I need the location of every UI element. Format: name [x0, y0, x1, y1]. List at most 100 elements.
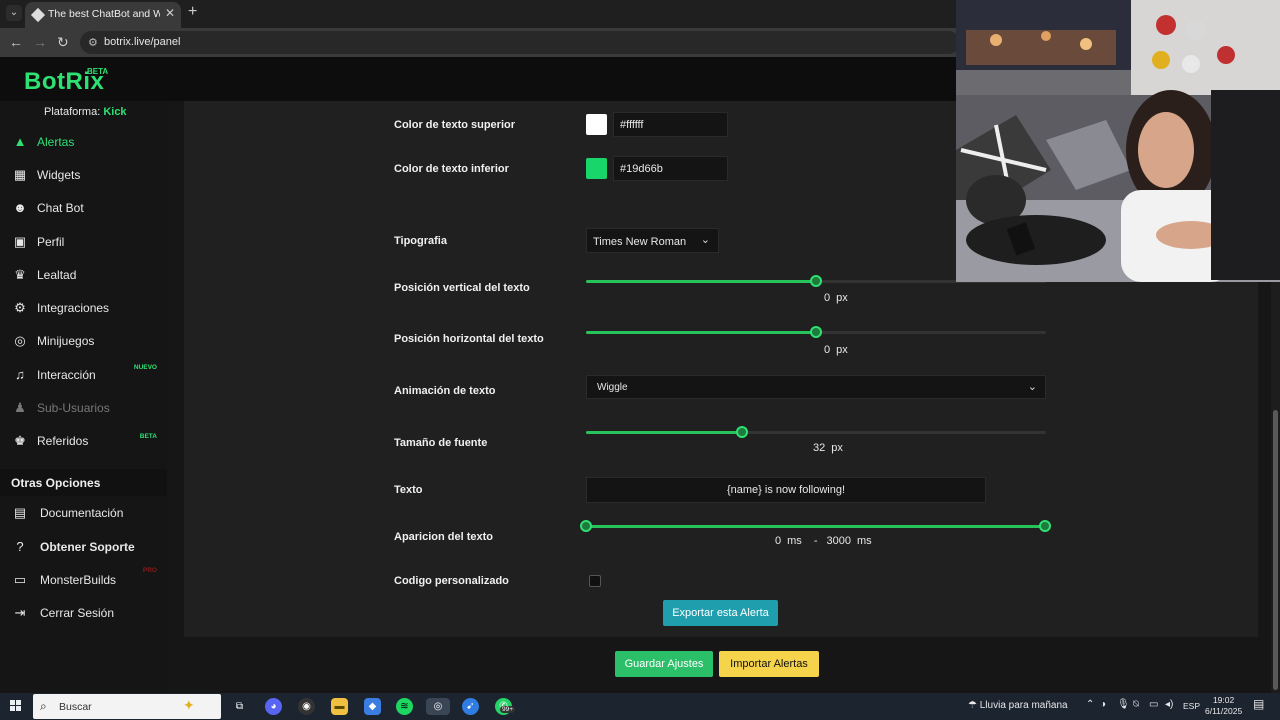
sidebar-item-interaccion[interactable]: ♫ Interacción NUEVO	[0, 360, 167, 390]
tab-search-button[interactable]: ⌄	[6, 5, 22, 21]
scrollbar-thumb[interactable]	[1273, 410, 1278, 690]
font-size-number: 32	[813, 442, 826, 454]
grid-icon: ▦	[13, 167, 27, 182]
network-icon[interactable]: ▭	[1149, 699, 1158, 710]
language-indicator[interactable]: ESP	[1183, 701, 1200, 711]
spotify-icon[interactable]: ≋	[396, 698, 413, 715]
file-explorer-icon[interactable]: ▬	[331, 698, 348, 715]
font-size-unit: px	[831, 442, 843, 454]
font-size-label: Tamaño de fuente	[394, 437, 488, 449]
sidebar-item-lealtad[interactable]: ♛ Lealtad	[0, 260, 167, 290]
custom-code-checkbox[interactable]	[589, 575, 601, 587]
sidebar-item-sub-usuarios[interactable]: ♟ Sub-Usuarios	[0, 393, 167, 423]
sidebar-item-widgets[interactable]: ▦ Widgets	[0, 160, 167, 190]
top-text-color-swatch[interactable]	[586, 114, 607, 135]
clock[interactable]: 19:02 6/11/2025	[1205, 695, 1242, 717]
chrome-icon[interactable]: ◎	[426, 698, 450, 715]
forward-icon[interactable]: →	[33, 34, 47, 50]
discord-icon[interactable]: ◕	[265, 698, 282, 715]
reload-icon[interactable]: ↻	[57, 34, 69, 51]
sidebar-item-minijuegos[interactable]: ◎ Minijuegos	[0, 326, 167, 356]
clock-time: 19:02	[1212, 695, 1235, 705]
bottom-text-color-swatch[interactable]	[586, 158, 607, 179]
sidebar-item-alertas[interactable]: ▲ Alertas	[0, 127, 167, 157]
platform-label: Plataforma:	[44, 106, 101, 118]
new-badge: NUEVO	[133, 364, 157, 371]
robot-icon: ☻	[13, 200, 27, 215]
notifications-icon[interactable]: ▤	[1253, 697, 1264, 711]
appearance-min: 0	[775, 535, 782, 547]
sidebar-item-label: MonsterBuilds	[40, 573, 117, 587]
horizontal-position-unit: px	[836, 344, 848, 356]
sidebar-item-label: Documentación	[40, 506, 124, 520]
bell-off-icon[interactable]: ⍉	[1133, 699, 1139, 710]
horizontal-position-number: 0	[824, 344, 831, 356]
vertical-position-fill	[586, 280, 816, 283]
rocket-app-icon[interactable]: ➹	[462, 698, 479, 715]
alert-text-input[interactable]: {name} is now following!	[586, 477, 986, 503]
beta-badge: BETA	[139, 433, 157, 440]
chevron-down-icon: ⌄	[1027, 381, 1037, 393]
sidebar-item-label: Integraciones	[37, 301, 110, 315]
sidebar-item-chat-bot[interactable]: ☻ Chat Bot	[0, 193, 167, 223]
bottom-text-color-label: Color de texto inferior	[394, 163, 509, 175]
browser-tab[interactable]: The best ChatBot and Widgets ✕	[25, 2, 181, 28]
font-select-value: Times New Roman	[593, 236, 687, 248]
sidebar-item-label: Chat Bot	[37, 201, 84, 215]
appearance-max: 3000	[826, 535, 852, 547]
sidebar-item-documentacion[interactable]: ▤ Documentación	[0, 498, 167, 528]
font-size-thumb[interactable]	[736, 426, 748, 438]
sidebar-item-label: Widgets	[37, 168, 81, 182]
sidebar-item-cerrar-sesion[interactable]: ⇥ Cerrar Sesión	[0, 598, 167, 628]
weather-text: Lluvia para mañana	[979, 700, 1068, 711]
url-input[interactable]: ⚙ botrix.live/panel	[80, 31, 960, 54]
sidebar-item-label: Obtener Soporte	[40, 540, 135, 554]
weather-widget[interactable]: ☂ Lluvia para mañana	[968, 700, 1068, 711]
new-tab-icon[interactable]: +	[188, 3, 197, 21]
sidebar-item-integraciones[interactable]: ⚙ Integraciones	[0, 293, 167, 323]
webcam-video-image	[956, 0, 1280, 282]
copilot-icon[interactable]: ◆	[364, 698, 381, 715]
export-alert-button[interactable]: Exportar esta Alerta	[663, 600, 778, 626]
top-text-color-input[interactable]: #ffffff	[613, 112, 728, 137]
back-icon[interactable]: ←	[9, 34, 23, 50]
font-size-fill	[586, 431, 742, 434]
close-tab-icon[interactable]: ✕	[165, 6, 175, 20]
text-appearance-range-fill[interactable]	[586, 525, 1046, 528]
text-animation-select[interactable]: Wiggle ⌄	[586, 375, 1046, 399]
users-icon: ♟	[14, 400, 26, 415]
volume-icon[interactable]: ◂)	[1165, 699, 1173, 710]
music-icon: ♫	[15, 367, 25, 382]
sidebar-item-label: Sub-Usuarios	[37, 401, 110, 415]
teams-icon[interactable]: ◑	[1100, 699, 1106, 710]
sidebar-item-obtener-soporte[interactable]: ? Obtener Soporte	[0, 532, 167, 562]
microphone-icon[interactable]: 🎙	[1117, 699, 1130, 710]
id-card-icon: ▣	[13, 234, 27, 249]
text-appearance-start-thumb[interactable]	[580, 520, 592, 532]
text-appearance-end-thumb[interactable]	[1039, 520, 1051, 532]
font-size-value: 32 px	[813, 442, 843, 454]
custom-code-label: Codigo personalizado	[394, 575, 509, 587]
sidebar-item-label: Lealtad	[37, 268, 77, 282]
save-settings-button[interactable]: Guardar Ajustes	[615, 651, 713, 677]
sidebar-item-perfil[interactable]: ▣ Perfil	[0, 227, 167, 257]
import-alerts-button[interactable]: Importar Alertas	[719, 651, 819, 677]
sidebar-item-referidos[interactable]: ♚ Referidos BETA	[0, 426, 167, 456]
windows-start-icon[interactable]	[10, 700, 22, 712]
obs-icon[interactable]: ◉	[298, 698, 315, 715]
bottom-text-color-input[interactable]: #19d66b	[613, 156, 728, 181]
webcam-overlay	[956, 0, 1280, 282]
font-select[interactable]: Times New Roman ⌄	[586, 228, 719, 253]
gamepad-icon: ◎	[14, 333, 26, 348]
sidebar-item-label: Perfil	[37, 235, 65, 249]
site-info-icon[interactable]: ⚙	[88, 36, 98, 49]
sidebar-item-label: Interacción	[37, 368, 96, 382]
sidebar: Plataforma: Kick ▲ Alertas ▦ Widgets ☻ C…	[0, 101, 167, 693]
appearance-separator: -	[813, 535, 818, 547]
horizontal-position-thumb[interactable]	[810, 326, 822, 338]
chevron-up-icon[interactable]: ⌃	[1086, 699, 1094, 710]
task-view-icon[interactable]: ⧉	[231, 698, 248, 715]
taskbar-search[interactable]: ⌕ Buscar ✦	[33, 694, 221, 719]
vertical-position-thumb[interactable]	[810, 275, 822, 287]
sidebar-item-monsterbuilds[interactable]: ▭ MonsterBuilds PRO	[0, 565, 167, 595]
